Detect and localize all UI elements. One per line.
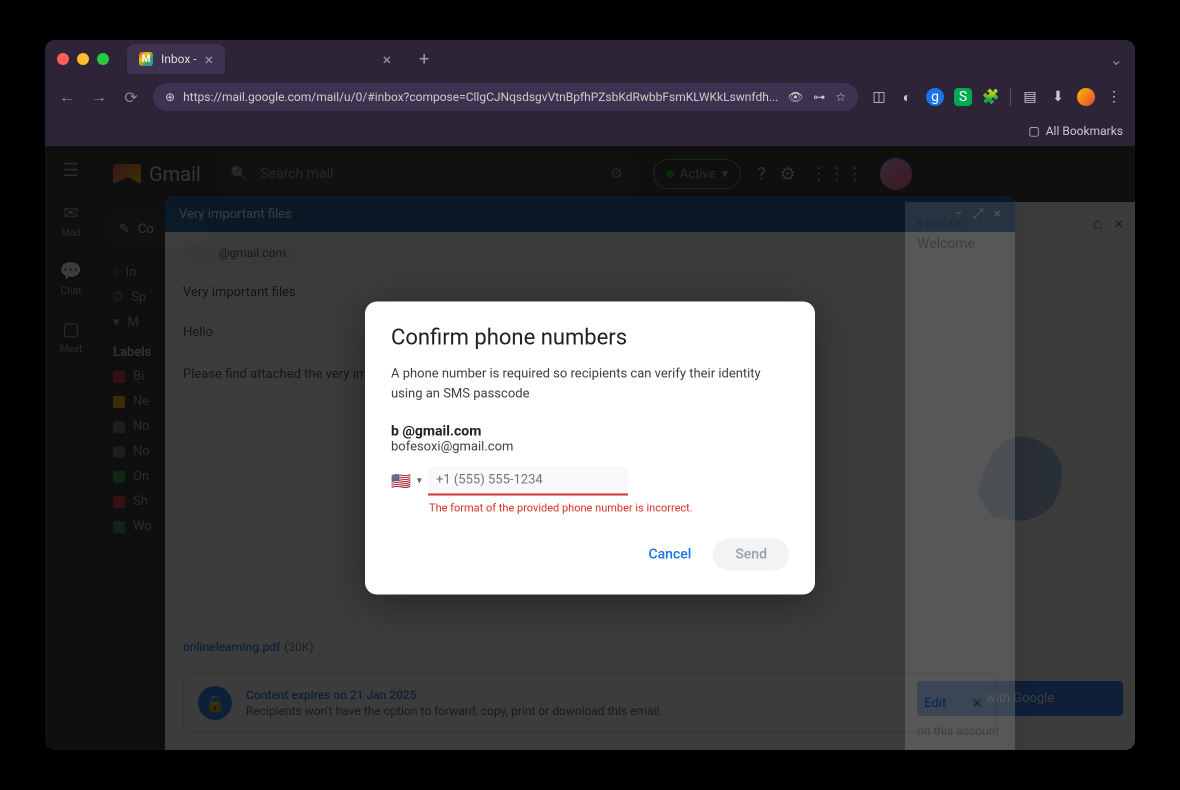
maximize-window-button[interactable]	[97, 53, 109, 65]
browser-menu-icon[interactable]: ⋮	[1105, 88, 1123, 106]
new-tab-button[interactable]: +	[419, 49, 429, 70]
url-field[interactable]: ⊕ https://mail.google.com/mail/u/0/#inbo…	[153, 83, 858, 111]
all-bookmarks-button[interactable]: All Bookmarks	[1046, 124, 1123, 138]
bookmarks-bar: ▢ All Bookmarks	[45, 116, 1135, 146]
extension-icon[interactable]: ◐	[898, 88, 916, 106]
modal-title: Confirm phone numbers	[391, 326, 789, 351]
recipient-name: b @gmail.com	[391, 424, 789, 440]
modal-description: A phone number is required so recipients…	[391, 365, 789, 404]
cancel-button[interactable]: Cancel	[634, 539, 705, 571]
reload-button[interactable]: ⟳	[121, 88, 141, 107]
tab-close-icon[interactable]: ×	[205, 50, 214, 69]
folder-icon: ▢	[1028, 124, 1039, 138]
reading-list-icon[interactable]: ▤	[1021, 88, 1039, 106]
key-icon[interactable]: ⊶	[813, 90, 825, 104]
download-icon[interactable]: ⬇	[1049, 88, 1067, 106]
forward-button[interactable]: →	[89, 87, 109, 107]
tab-title: Inbox -	[161, 52, 197, 66]
close-window-button[interactable]	[57, 53, 69, 65]
traffic-lights	[57, 53, 109, 65]
extension-icon[interactable]: S	[954, 88, 972, 106]
minimize-window-button[interactable]	[77, 53, 89, 65]
country-flag-icon[interactable]: 🇺🇸	[391, 472, 411, 491]
back-button[interactable]: ←	[57, 87, 77, 107]
phone-error-text: The format of the provided phone number …	[429, 502, 789, 515]
browser-tab-active[interactable]: M Inbox - ×	[127, 44, 225, 74]
titlebar: M Inbox - × × + ⌄	[45, 40, 1135, 78]
gmail-favicon: M	[139, 52, 153, 66]
address-bar: ← → ⟳ ⊕ https://mail.google.com/mail/u/0…	[45, 78, 1135, 116]
url-text: https://mail.google.com/mail/u/0/#inbox?…	[183, 90, 778, 104]
tab-close-icon[interactable]: ×	[383, 50, 392, 69]
chevron-down-icon[interactable]: ▾	[417, 476, 422, 487]
extensions-menu-icon[interactable]: 🧩	[982, 88, 1000, 106]
send-button-disabled[interactable]: Send	[713, 539, 789, 571]
profile-avatar[interactable]	[1077, 88, 1095, 106]
phone-input[interactable]	[428, 467, 628, 496]
extension-icons: ◫ ◐ g S 🧩 ▤ ⬇ ⋮	[870, 88, 1123, 106]
bookmark-star-icon[interactable]: ☆	[835, 90, 846, 104]
extension-icon[interactable]: g	[926, 88, 944, 106]
browser-window: M Inbox - × × + ⌄ ← → ⟳ ⊕ https://mail.g…	[45, 40, 1135, 750]
browser-tab-inactive[interactable]: ×	[243, 44, 403, 74]
recipient-email: bofesoxi@gmail.com	[391, 440, 789, 455]
tab-overflow-button[interactable]: ⌄	[1110, 50, 1123, 69]
extension-icon[interactable]: ◫	[870, 88, 888, 106]
site-info-icon[interactable]: ⊕	[165, 90, 175, 104]
eye-icon[interactable]: 👁	[788, 90, 803, 104]
confirm-phone-modal: Confirm phone numbers A phone number is …	[365, 302, 815, 595]
page-content: ☰ ✉Mail 💬Chat ▢Meet Gmail 🔍 Search mail …	[45, 146, 1135, 750]
